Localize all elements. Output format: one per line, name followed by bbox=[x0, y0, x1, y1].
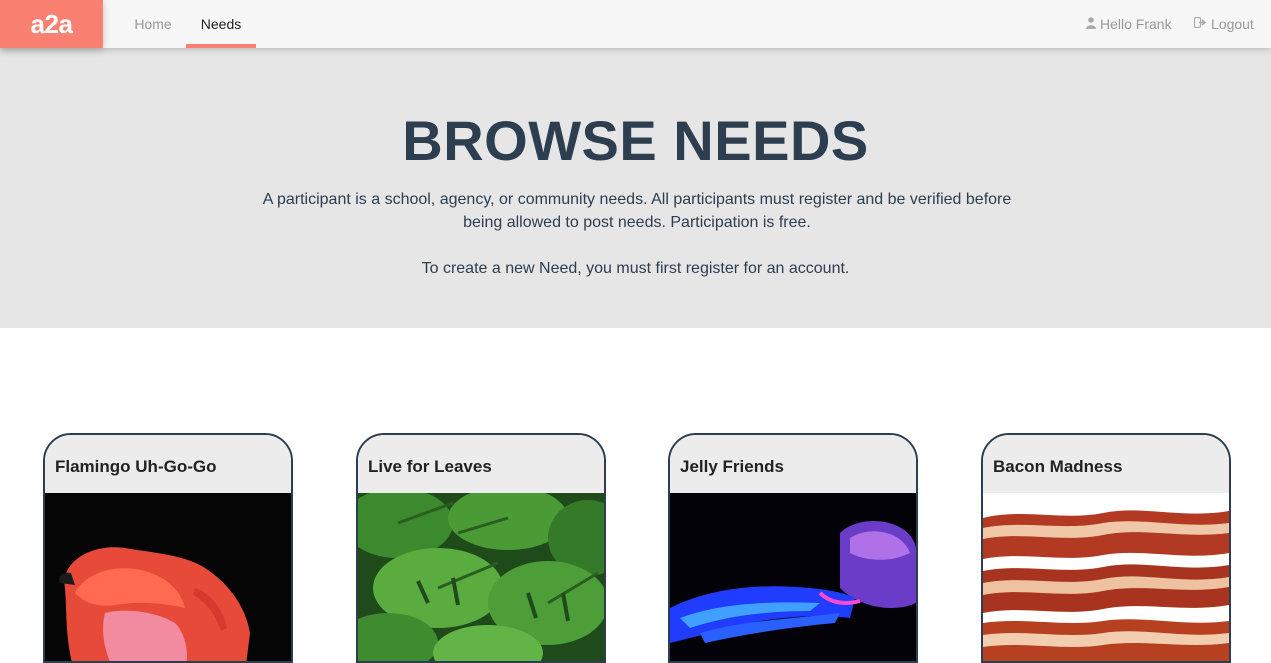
active-tab-indicator bbox=[186, 44, 256, 48]
logout-label: Logout bbox=[1211, 16, 1254, 32]
hero-register-note: To create a new Need, you must first reg… bbox=[421, 260, 850, 277]
flamingo-image bbox=[45, 493, 291, 661]
nav-link-home-label: Home bbox=[134, 16, 172, 32]
brand-logo[interactable]: a2a bbox=[0, 0, 103, 48]
page-title: BROWSE NEEDS bbox=[402, 109, 869, 172]
need-card[interactable]: Flamingo Uh-Go-Go bbox=[43, 433, 293, 663]
jellyfish-image bbox=[670, 493, 916, 661]
need-card[interactable]: Bacon Madness bbox=[981, 433, 1231, 663]
need-card[interactable]: Jelly Friends bbox=[668, 433, 918, 663]
need-card-title: Live for Leaves bbox=[358, 435, 604, 493]
bacon-image bbox=[983, 493, 1229, 661]
nav-link-home[interactable]: Home bbox=[122, 0, 184, 48]
user-menu[interactable]: Hello Frank bbox=[1086, 0, 1172, 48]
sign-out-icon bbox=[1193, 16, 1207, 31]
navbar: a2a Home Needs Hello Frank Logout bbox=[0, 0, 1271, 48]
user-greeting: Hello Frank bbox=[1100, 16, 1172, 32]
need-card-title: Jelly Friends bbox=[670, 435, 916, 493]
need-card-title: Bacon Madness bbox=[983, 435, 1229, 493]
leaves-image bbox=[358, 493, 604, 661]
logout-link[interactable]: Logout bbox=[1193, 0, 1254, 48]
hero-description: A participant is a school, agency, or co… bbox=[262, 191, 1012, 231]
need-card[interactable]: Live for Leaves bbox=[356, 433, 606, 663]
hero-section: BROWSE NEEDS A participant is a school, … bbox=[0, 48, 1271, 328]
need-card-title: Flamingo Uh-Go-Go bbox=[45, 435, 291, 493]
nav-link-needs-label: Needs bbox=[200, 16, 242, 32]
nav-link-needs[interactable]: Needs bbox=[186, 0, 256, 48]
user-icon bbox=[1086, 16, 1096, 32]
